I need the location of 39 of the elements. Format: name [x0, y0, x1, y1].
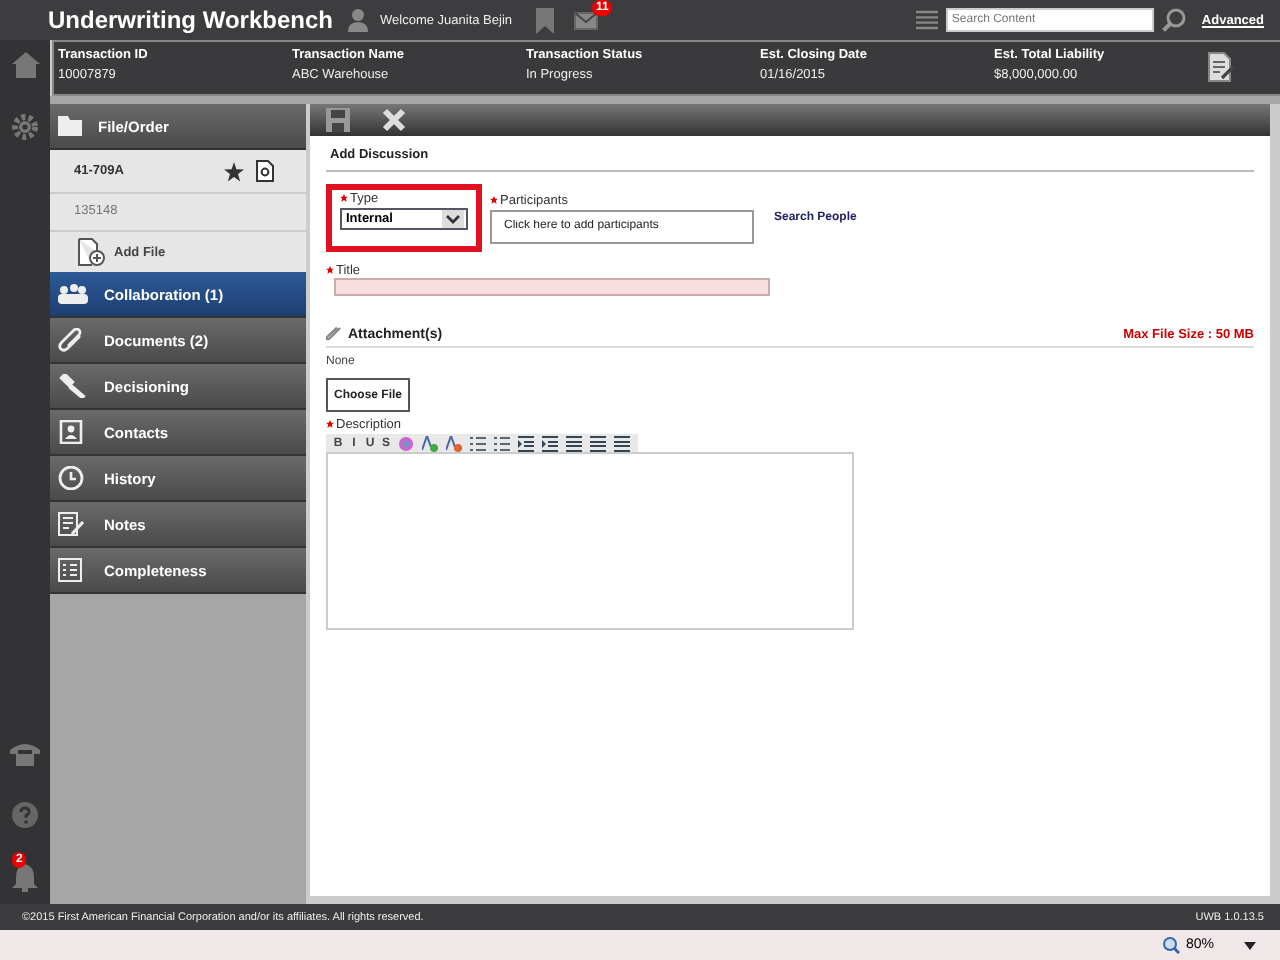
- chevron-down-icon: [442, 210, 464, 228]
- bell-icon[interactable]: [12, 864, 38, 892]
- bookmark-icon[interactable]: [536, 7, 554, 33]
- align-icon[interactable]: [590, 435, 606, 451]
- font-size-up-icon[interactable]: [422, 435, 438, 451]
- phone-icon[interactable]: [10, 742, 40, 766]
- note-icon: [58, 512, 88, 536]
- gavel-icon: [58, 374, 88, 398]
- zoom-icon: [1161, 936, 1180, 954]
- help-icon[interactable]: [12, 802, 38, 828]
- app-title: Underwriting Workbench: [48, 6, 335, 34]
- save-icon[interactable]: [326, 108, 350, 132]
- color-icon[interactable]: [398, 435, 414, 451]
- mail-icon[interactable]: [574, 11, 598, 29]
- align-icon[interactable]: [566, 435, 582, 451]
- indent-icon[interactable]: [542, 435, 558, 451]
- list-icon[interactable]: [494, 435, 510, 451]
- folder-icon: [58, 116, 82, 136]
- paperclip-icon: [326, 326, 342, 342]
- checklist-icon: [58, 558, 88, 582]
- home-icon[interactable]: [11, 52, 39, 78]
- dropdown-arrow-icon: [1244, 941, 1256, 949]
- edit-document-icon[interactable]: [1208, 52, 1234, 82]
- people-icon: [58, 282, 88, 306]
- indent-icon[interactable]: [518, 435, 534, 451]
- close-icon[interactable]: [382, 108, 406, 132]
- star-icon[interactable]: [224, 161, 244, 181]
- list-icon[interactable]: [915, 10, 938, 30]
- gear-icon[interactable]: [12, 114, 38, 140]
- clock-icon: [58, 466, 88, 490]
- title-field[interactable]: [334, 278, 770, 296]
- document-icon[interactable]: [256, 160, 274, 182]
- font-size-down-icon[interactable]: [446, 435, 462, 451]
- align-icon[interactable]: [614, 435, 630, 451]
- add-file-icon: [78, 238, 106, 266]
- list-icon[interactable]: [470, 435, 486, 451]
- address-book-icon: [58, 420, 88, 444]
- user-icon: [348, 8, 368, 32]
- search-icon[interactable]: [1161, 8, 1186, 32]
